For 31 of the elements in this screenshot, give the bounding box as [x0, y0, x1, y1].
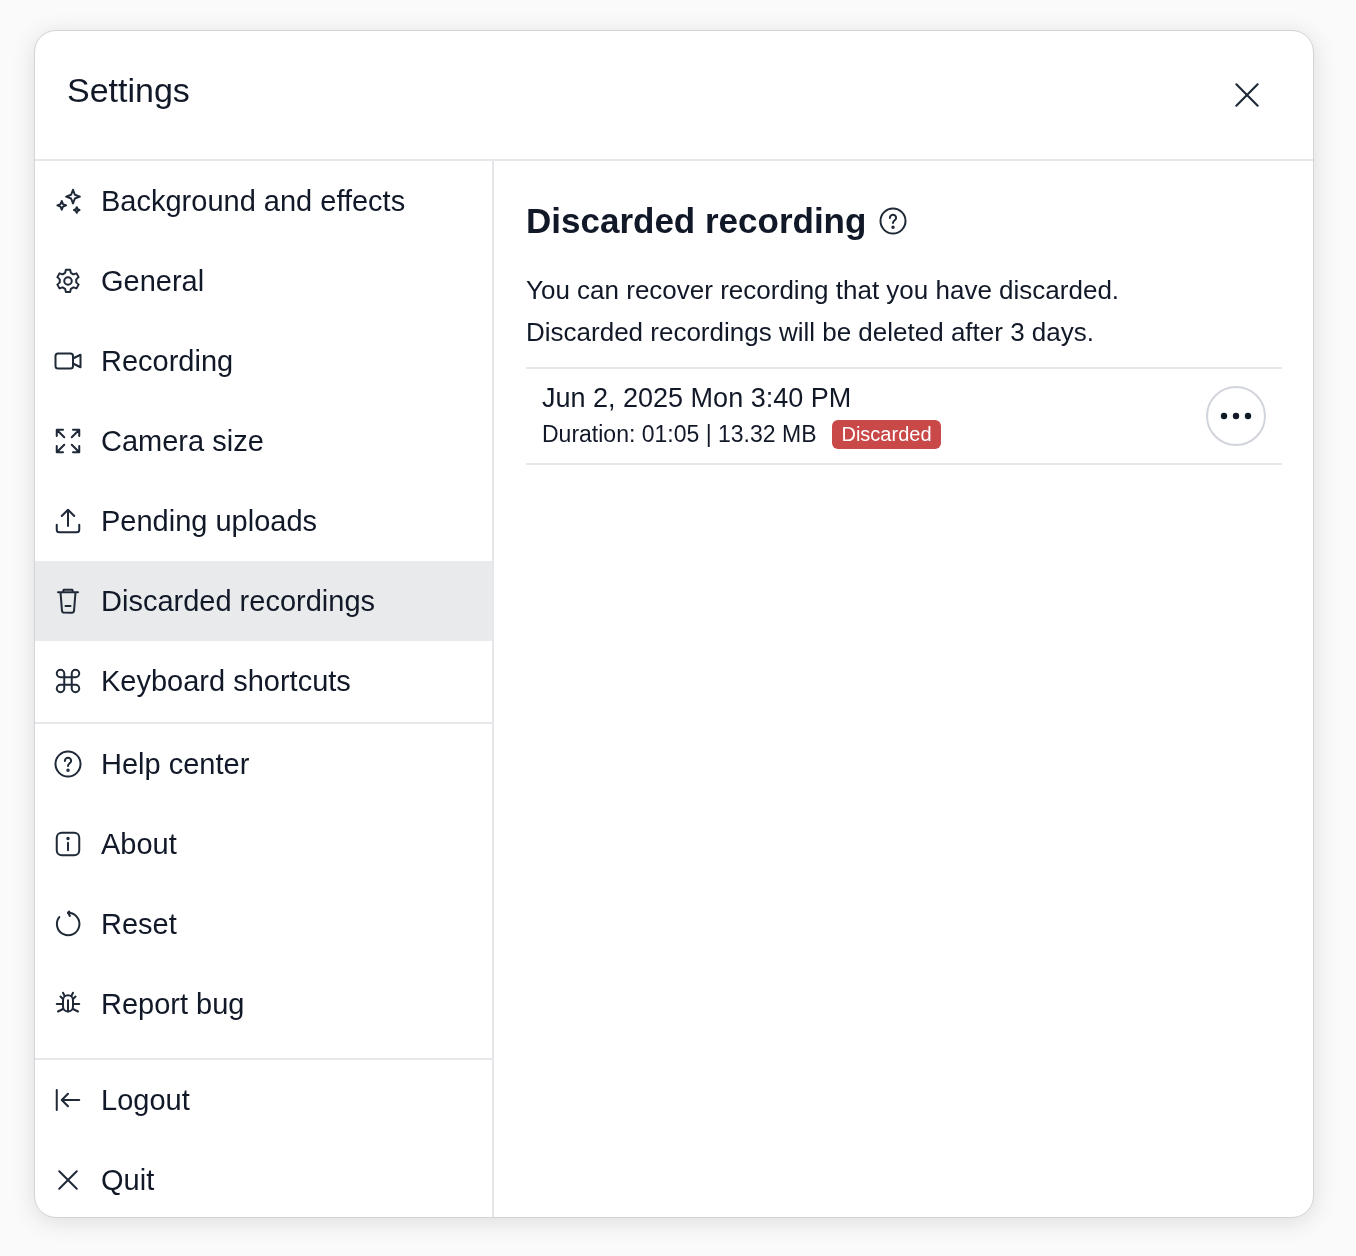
sidebar-item[interactable]: Reset [35, 884, 492, 964]
info-icon [53, 829, 83, 859]
sparkles-icon [53, 186, 83, 216]
sidebar-item[interactable]: Quit [35, 1140, 492, 1217]
upload-icon [53, 506, 83, 536]
sidebar-item[interactable]: Background and effects [35, 161, 492, 241]
sidebar-item[interactable]: Logout [35, 1060, 492, 1140]
help-icon[interactable] [878, 206, 909, 236]
sidebar-item[interactable]: Recording [35, 321, 492, 401]
sidebar-item[interactable]: Pending uploads [35, 481, 492, 561]
sidebar-item[interactable]: Discarded recordings [35, 561, 492, 641]
command-icon [53, 666, 83, 696]
sidebar-item[interactable]: Help center [35, 724, 492, 804]
sidebar-item[interactable]: General [35, 241, 492, 321]
description-line: Discarded recordings will be deleted after 3 days. [526, 316, 1095, 349]
ellipsis-icon [1220, 412, 1252, 420]
description-line: You can recover recording that you have discarded. [526, 274, 1121, 307]
recording-details: Duration: 01:05 | 13.32 MB [542, 421, 817, 448]
gear-icon [53, 266, 83, 296]
help-icon [53, 749, 83, 779]
sidebar-item[interactable]: Keyboard shortcuts [35, 641, 492, 721]
expand-arrows-icon [53, 426, 83, 456]
sidebar-item[interactable]: Camera size [35, 401, 492, 481]
reset-icon [53, 909, 83, 939]
sidebar-item[interactable]: Report bug [35, 964, 492, 1044]
recording-date: Jun 2, 2025 Mon 3:40 PM [542, 383, 853, 414]
sidebar-item[interactable]: About [35, 804, 492, 884]
more-options-button[interactable] [1206, 386, 1266, 446]
section-heading: Discarded recording [526, 201, 867, 241]
status-badge: Discarded [832, 420, 941, 449]
window-title: Settings [67, 70, 190, 110]
